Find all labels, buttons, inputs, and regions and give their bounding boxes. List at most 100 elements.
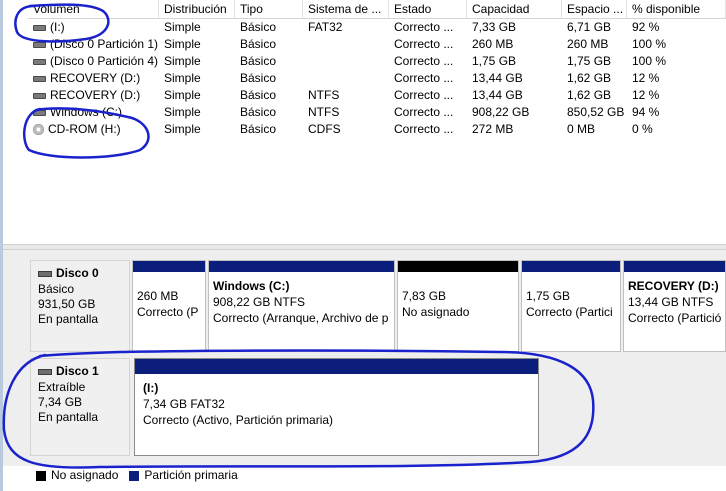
primary-partition-band (209, 261, 394, 272)
column-header-row: Volumen Distribución Tipo Sistema de ...… (28, 0, 726, 19)
disk-kind: Básico (38, 282, 75, 296)
disk-state: En pantalla (38, 410, 99, 424)
volume-name: RECOVERY (D:) (50, 88, 141, 102)
volume-free-space: 850,52 GB (567, 105, 625, 119)
disk-icon (38, 368, 52, 375)
disk-kind: Extraíble (38, 380, 86, 394)
legend-swatch-primary (129, 470, 140, 481)
primary-partition-band (522, 261, 620, 272)
volume-filesystem: NTFS (308, 88, 340, 102)
primary-partition-band (135, 359, 538, 374)
volume-name: CD-ROM (H:) (48, 122, 121, 136)
partition-block[interactable]: RECOVERY (D:) 13,44 GB NTFS Correcto (Pa… (623, 260, 726, 352)
volume-name: (Disco 0 Partición 4) (50, 54, 159, 68)
volume-capacity: 13,44 GB (472, 88, 523, 102)
volume-status: Correcto ... (394, 71, 454, 85)
disk-icon (33, 109, 46, 116)
cd-icon (33, 124, 44, 135)
volume-type: Básico (240, 88, 277, 102)
partition-block[interactable]: 1,75 GB Correcto (Partici (521, 260, 621, 352)
partition-status: Correcto (Activo, Partición primaria) (143, 413, 334, 427)
volume-percent-free: 100 % (632, 37, 667, 51)
volume-row[interactable]: CD-ROM (H:) Simple Básico CDFS Correcto … (28, 121, 726, 138)
disk-info-panel[interactable]: Disco 1 Extraíble 7,34 GB En pantalla (30, 358, 130, 456)
volume-capacity: 13,44 GB (472, 71, 523, 85)
volume-free-space: 6,71 GB (567, 20, 612, 34)
volume-row[interactable]: (I:) Simple Básico FAT32 Correcto ... 7,… (28, 19, 726, 36)
volume-name: (Disco 0 Partición 1) (50, 37, 159, 51)
disk-size: 7,34 GB (38, 395, 83, 409)
volume-layout: Simple (164, 122, 201, 136)
volume-filesystem (303, 36, 389, 53)
column-header-status[interactable]: Estado (389, 0, 467, 18)
partition-status: Correcto (Partici (526, 305, 613, 319)
volume-name: (I:) (50, 20, 65, 34)
volume-layout: Simple (164, 71, 201, 85)
volume-list[interactable]: Volumen Distribución Tipo Sistema de ...… (28, 0, 726, 138)
column-header-type[interactable]: Tipo (235, 0, 303, 18)
partition-size: 7,83 GB (402, 289, 447, 303)
primary-partition-band (624, 261, 725, 272)
disk-size: 931,50 GB (38, 297, 96, 311)
column-header-capacity[interactable]: Capacidad (467, 0, 562, 18)
legend-label-primary: Partición primaria (144, 468, 238, 482)
volume-row[interactable]: Windows (C:) Simple Básico NTFS Correcto… (28, 104, 726, 121)
disk-icon (33, 75, 46, 82)
disk-icon (33, 41, 46, 48)
column-header-volume[interactable]: Volumen (28, 0, 159, 18)
volume-capacity: 260 MB (472, 37, 514, 51)
volume-layout: Simple (164, 54, 201, 68)
disk-icon (33, 58, 46, 65)
partition-block[interactable]: 260 MB Correcto (P (132, 260, 206, 352)
disk-row-disco-0[interactable]: Disco 0 Básico 931,50 GB En pantalla 260… (30, 260, 726, 352)
disk-state: En pantalla (38, 312, 99, 326)
partition-title: (I:) (143, 381, 159, 395)
volume-percent-free: 94 % (632, 105, 660, 119)
disk-name: Disco 1 (56, 364, 99, 378)
volume-type: Básico (240, 71, 277, 85)
disk-icon (33, 24, 46, 31)
volume-name: RECOVERY (D:) (50, 71, 141, 85)
partition-size: 7,34 GB FAT32 (143, 397, 225, 411)
column-header-filesystem[interactable]: Sistema de ... (303, 0, 389, 18)
volume-free-space: 1,75 GB (567, 54, 612, 68)
volume-filesystem (303, 70, 389, 87)
volume-status: Correcto ... (394, 88, 454, 102)
volume-type: Básico (240, 122, 277, 136)
volume-type: Básico (240, 54, 277, 68)
partition-block[interactable]: 7,83 GB No asignado (397, 260, 519, 352)
volume-free-space: 1,62 GB (567, 71, 612, 85)
volume-free-space: 0 MB (567, 122, 596, 136)
column-header-layout[interactable]: Distribución (159, 0, 235, 18)
volume-filesystem: NTFS (308, 105, 340, 119)
volume-free-space: 260 MB (567, 37, 609, 51)
partition-block[interactable]: (I:) 7,34 GB FAT32 Correcto (Activo, Par… (134, 358, 539, 456)
volume-type: Básico (240, 20, 277, 34)
legend-label-unallocated: No asignado (51, 468, 119, 482)
volume-percent-free: 12 % (632, 71, 660, 85)
volume-row[interactable]: (Disco 0 Partición 1) Simple Básico Corr… (28, 36, 726, 53)
primary-partition-band (133, 261, 205, 272)
volume-row[interactable]: (Disco 0 Partición 4) Simple Básico Corr… (28, 53, 726, 70)
disk-info-panel[interactable]: Disco 0 Básico 931,50 GB En pantalla (30, 260, 130, 352)
partition-block[interactable]: Windows (C:) 908,22 GB NTFS Correcto (Ar… (208, 260, 395, 352)
volume-capacity: 908,22 GB (472, 105, 530, 119)
volume-layout: Simple (164, 37, 201, 51)
legend-swatch-unallocated (36, 470, 46, 481)
volume-row[interactable]: RECOVERY (D:) Simple Básico NTFS Correct… (28, 87, 726, 104)
volume-status: Correcto ... (394, 105, 454, 119)
disk-name: Disco 0 (56, 266, 99, 280)
partition-status: Correcto (P (137, 305, 199, 319)
disk-row-disco-1[interactable]: Disco 1 Extraíble 7,34 GB En pantalla (I… (30, 358, 546, 456)
column-header-free-space[interactable]: Espacio ... (562, 0, 627, 18)
volume-capacity: 272 MB (472, 122, 514, 136)
volume-filesystem: CDFS (308, 122, 341, 136)
volume-filesystem: FAT32 (308, 20, 343, 34)
column-header-percent-free[interactable]: % disponible (627, 0, 726, 18)
partition-size: 908,22 GB NTFS (213, 295, 306, 309)
partition-status: Correcto (Partició (628, 311, 722, 325)
partition-status: No asignado (402, 305, 470, 319)
volume-layout: Simple (164, 105, 201, 119)
volume-row[interactable]: RECOVERY (D:) Simple Básico Correcto ...… (28, 70, 726, 87)
volume-layout: Simple (164, 20, 201, 34)
